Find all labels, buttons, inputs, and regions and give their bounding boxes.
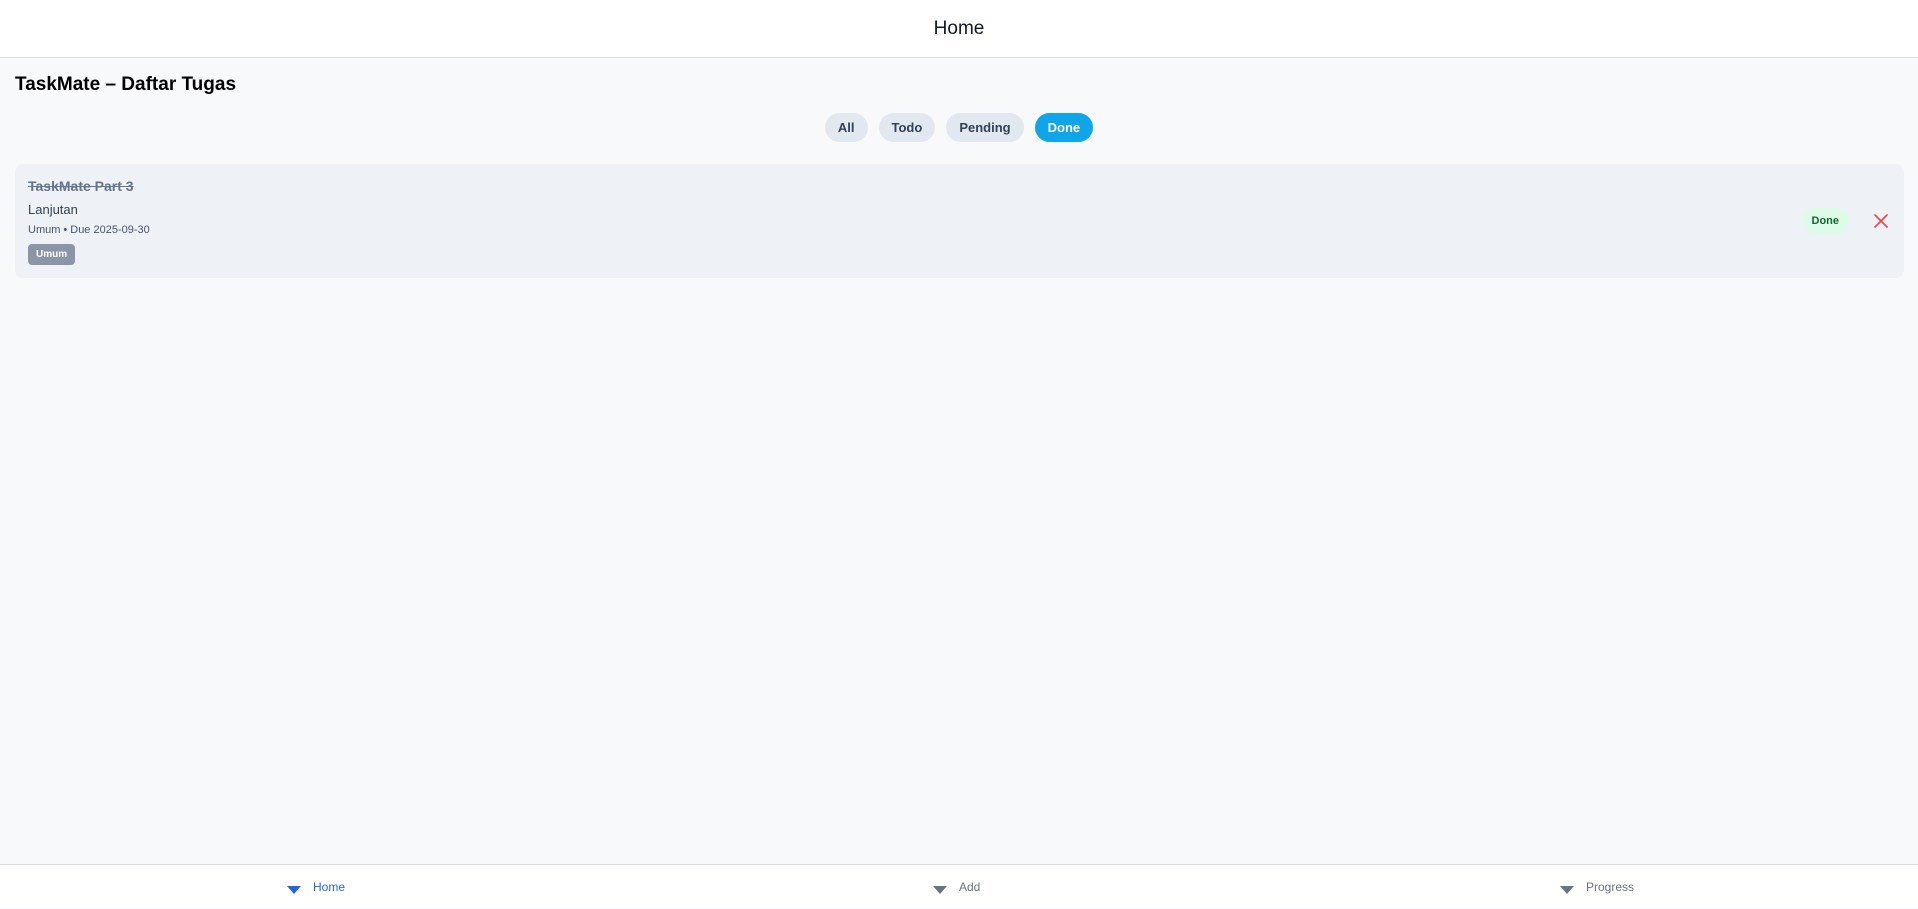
- chevron-down-icon: [933, 886, 947, 894]
- task-category: Umum: [28, 224, 61, 236]
- filter-done-button[interactable]: Done: [1034, 113, 1094, 142]
- bottom-nav: Home Add Progress: [0, 864, 1918, 908]
- nav-item-progress[interactable]: Progress: [1560, 865, 1634, 909]
- filter-all-button[interactable]: All: [824, 113, 868, 142]
- nav-item-label: Add: [959, 880, 981, 894]
- filter-todo-button[interactable]: Todo: [878, 113, 936, 142]
- app-header: Home: [0, 0, 1918, 58]
- task-card[interactable]: TaskMate Part 3 Lanjutan Umum • Due 2025-0…: [15, 164, 1904, 278]
- filter-bar: All Todo Pending Done: [0, 113, 1918, 142]
- delete-task-button[interactable]: [1872, 212, 1890, 230]
- chevron-down-icon: [287, 886, 301, 894]
- status-badge[interactable]: Done: [1801, 208, 1849, 234]
- page-title: TaskMate – Daftar Tugas: [15, 74, 237, 95]
- task-meta: Umum • Due 2025-09-30: [28, 224, 150, 236]
- nav-item-label: Home: [313, 880, 346, 894]
- task-description: Lanjutan: [28, 202, 78, 217]
- task-due-date: Due 2025-09-30: [70, 224, 150, 236]
- meta-separator: •: [63, 224, 68, 236]
- filter-pending-button[interactable]: Pending: [946, 113, 1024, 142]
- nav-item-label: Progress: [1586, 880, 1635, 894]
- nav-item-add[interactable]: Add: [933, 865, 980, 909]
- chevron-down-icon: [1560, 886, 1574, 894]
- close-icon: [1874, 214, 1888, 228]
- header-title: Home: [933, 17, 985, 39]
- nav-item-home[interactable]: Home: [287, 865, 345, 909]
- task-tag: Umum: [28, 244, 76, 265]
- task-title: TaskMate Part 3: [28, 178, 134, 194]
